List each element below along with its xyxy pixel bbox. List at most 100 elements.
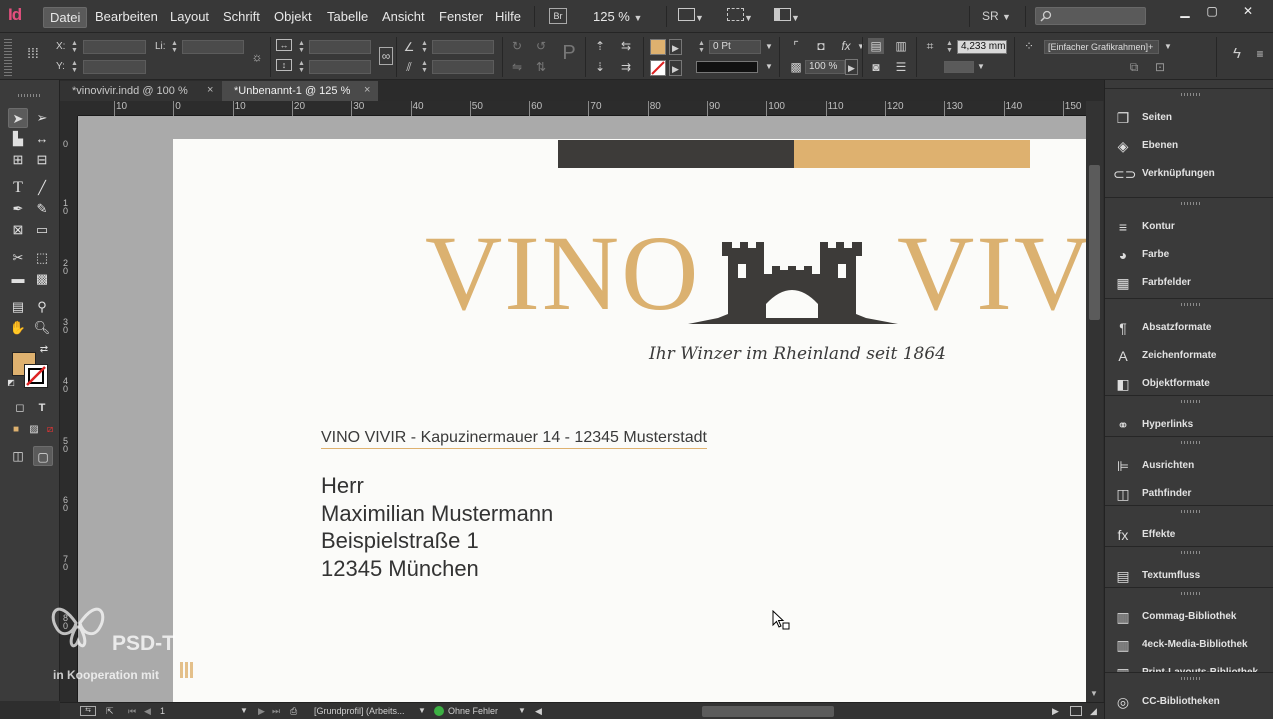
chevron-down-icon[interactable]: ▼ [973, 59, 989, 75]
y-field[interactable] [83, 60, 146, 74]
object-style-dropdown[interactable]: [Einfacher Grafikrahmen]+ [1044, 40, 1159, 54]
view-toggle-icon[interactable]: ⇆ [80, 706, 96, 716]
rotate-cw-icon[interactable]: ↻ [509, 38, 525, 54]
tab-vinovivir[interactable]: *vinovivir.indd @ 100 % × [60, 81, 222, 101]
panel-grip[interactable] [1181, 303, 1201, 306]
header-bar-dark[interactable] [558, 140, 794, 168]
panel-item-seiten[interactable]: ❐ Seiten [1113, 107, 1273, 129]
content-collector-icon[interactable]: ⊞ [8, 150, 28, 170]
menu-datei[interactable]: Datei [43, 7, 88, 28]
chevron-down-icon[interactable]: ▼ [1160, 39, 1176, 55]
next-page-icon[interactable]: ▶ [258, 706, 265, 717]
opacity-menu-icon[interactable]: ▶ [845, 59, 858, 75]
swap-colors-icon[interactable]: ⇄ [38, 344, 50, 356]
close-icon[interactable]: × [364, 84, 370, 96]
rotate-field[interactable] [432, 40, 494, 54]
minimize-icon[interactable]: ▁ [1176, 4, 1194, 18]
type-tool-icon[interactable]: T [8, 178, 28, 198]
corner-options-icon[interactable]: ⌜ [788, 38, 804, 54]
scale-y-icon[interactable]: ↕ [276, 59, 292, 71]
last-page-icon[interactable]: ⏭ [272, 706, 280, 717]
panel-item-textumfluss[interactable]: ▤ Textumfluss [1113, 565, 1273, 587]
page-number[interactable]: 1 [160, 706, 165, 716]
workspace-switcher[interactable]: SR ▼ [982, 9, 1011, 23]
w-stepper[interactable]: ▲ ▼ [170, 40, 179, 54]
rectangle-tool-icon[interactable]: ▭ [32, 220, 52, 240]
new-style-icon[interactable]: ⊡ [1152, 59, 1168, 75]
document-page[interactable]: VINO VIV Ihr Winzer im Rheinland seit 18… [173, 139, 1086, 702]
hand-tool-icon[interactable]: ✋ [8, 318, 28, 338]
sender-line[interactable]: VINO VIVIR - Kapuzinermauer 14 - 12345 M… [321, 429, 707, 449]
eyedropper-tool-icon[interactable]: ⚲ [32, 297, 52, 317]
panel-item-4eck-media-bibliothek[interactable]: ▥ 4eck-Media-Bibliothek [1113, 634, 1273, 656]
rectangle-frame-tool-icon[interactable]: ⊠ [8, 220, 28, 240]
panel-item-farbfelder[interactable]: ▦ Farbfelder [1113, 272, 1273, 294]
maximize-icon[interactable]: ▢ [1203, 4, 1221, 18]
chevron-down-icon[interactable]: ▼ [761, 39, 777, 55]
header-bar-gold[interactable] [794, 140, 1030, 168]
direct-selection-tool-icon[interactable]: ➢ [32, 108, 52, 128]
panel-grip[interactable] [4, 38, 12, 76]
panel-grip[interactable] [1181, 592, 1201, 595]
stroke-color-box[interactable] [24, 364, 48, 388]
select-content-icon[interactable]: ⇣ [592, 59, 608, 75]
panel-grip[interactable] [1181, 202, 1201, 205]
panel-grip[interactable] [1181, 510, 1201, 513]
panel-item-effekte[interactable]: fx Effekte [1113, 524, 1273, 546]
view-options-button[interactable]: ▼ [678, 8, 704, 24]
note-tool-icon[interactable]: ▤ [8, 297, 28, 317]
clear-overrides-icon[interactable]: ⧉ [1126, 59, 1142, 75]
default-colors-icon[interactable]: ◩ [6, 378, 16, 388]
pasteboard[interactable]: VINO VIV Ihr Winzer im Rheinland seit 18… [78, 116, 1086, 702]
panel-grip[interactable] [1181, 93, 1201, 96]
select-previous-icon[interactable]: ⇆ [618, 38, 634, 54]
address-line[interactable]: Herr [321, 473, 364, 499]
quick-apply-icon[interactable]: ϟ [1229, 46, 1245, 62]
constrain-icon[interactable]: ☼ [249, 49, 265, 65]
vertical-scrollbar[interactable]: ▼ [1086, 101, 1103, 702]
x-field[interactable] [83, 40, 146, 54]
bridge-button[interactable]: Br [549, 8, 567, 24]
gap-field[interactable]: 4,233 mm [957, 40, 1007, 54]
panel-menu-icon[interactable]: ≡ [1252, 46, 1268, 62]
select-container-icon[interactable]: ⇡ [592, 38, 608, 54]
panel-item-objektformate[interactable]: ◧ Objektformate [1113, 373, 1273, 395]
address-line[interactable]: 12345 München [321, 556, 479, 582]
formatting-container-icon[interactable]: ◻ [10, 398, 30, 418]
apply-color-icon[interactable]: ■ [6, 420, 26, 440]
fill-menu-icon[interactable]: ▶ [669, 39, 682, 55]
text-wrap-shape-icon[interactable]: ◙ [868, 59, 884, 75]
x-stepper[interactable]: ▲ ▼ [70, 40, 79, 54]
gap-tool-icon[interactable]: ↔ [32, 129, 52, 149]
scale-y-field[interactable] [309, 60, 371, 74]
page-tool-icon[interactable]: ▙ [8, 129, 28, 149]
text-wrap-bbox-icon[interactable]: ▥ [893, 38, 909, 54]
address-line[interactable]: Beispielstraße 1 [321, 528, 479, 554]
panel-item-commag-bibliothek[interactable]: ▥ Commag-Bibliothek [1113, 606, 1273, 628]
scale-x-icon[interactable]: ↔ [276, 39, 292, 51]
select-next-icon[interactable]: ⇉ [618, 59, 634, 75]
menu-tabelle[interactable]: Tabelle [327, 9, 368, 24]
panel-item-cc-bibliotheken[interactable]: ◎ CC-Bibliotheken [1113, 691, 1273, 713]
scale-x-field[interactable] [309, 40, 371, 54]
opacity-field[interactable]: 100 % [805, 60, 845, 74]
preflight-icon[interactable]: ⎙ [290, 706, 297, 717]
gradient-swatch-tool-icon[interactable]: ▬ [8, 269, 28, 289]
apply-none-icon[interactable]: ⧄ [40, 420, 60, 440]
preflight-profile[interactable]: [Grundprofil] (Arbeits... [314, 706, 405, 716]
y-stepper[interactable]: ▲ ▼ [70, 60, 79, 74]
rotate-angle-icon[interactable]: ∠ [401, 39, 417, 55]
chevron-down-icon[interactable]: ▼ [240, 706, 248, 715]
pen-tool-icon[interactable]: ✒ [8, 199, 28, 219]
arrange-documents-button[interactable]: ▼ [774, 8, 800, 24]
selection-tool-icon[interactable]: ➤ [8, 108, 28, 128]
menu-bearbeiten[interactable]: Bearbeiten [95, 9, 158, 24]
panel-item-absatzformate[interactable]: ¶ Absatzformate [1113, 317, 1273, 339]
previous-page-icon[interactable]: ◀ [144, 706, 151, 717]
normal-view-icon[interactable]: ◫ [8, 446, 28, 466]
alignment-dropdown[interactable] [944, 61, 974, 73]
zoom-tool-icon[interactable]: 🔍︎ [32, 318, 52, 338]
stroke-weight-field[interactable]: 0 Pt [709, 40, 761, 54]
scrollbar-thumb[interactable] [1089, 165, 1100, 320]
rotate-stepper[interactable]: ▲ ▼ [420, 40, 429, 54]
